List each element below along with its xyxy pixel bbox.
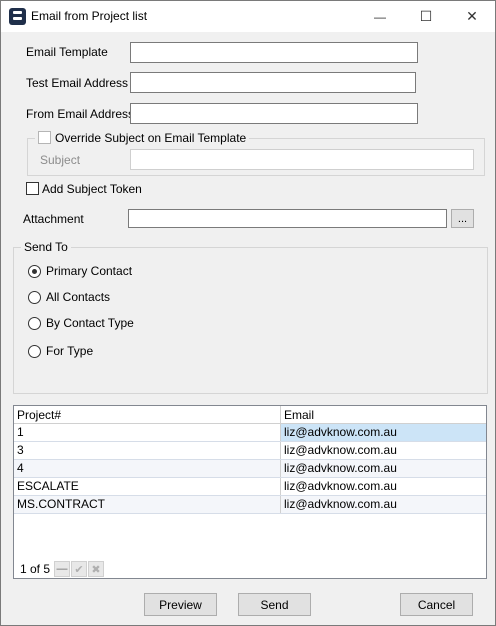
- subject-field: [130, 149, 474, 170]
- primary-contact-radio[interactable]: [28, 265, 41, 278]
- minimize-icon: —: [374, 9, 386, 24]
- send-to-legend: Send To: [21, 240, 71, 254]
- project-email-grid[interactable]: Project# Email 1 liz@advknow.com.au 3 li…: [13, 405, 487, 579]
- project-cell[interactable]: 1: [14, 424, 280, 441]
- send-button[interactable]: Send: [238, 593, 311, 616]
- preview-button[interactable]: Preview: [144, 593, 217, 616]
- delete-record-button[interactable]: —: [54, 561, 70, 577]
- maximize-button[interactable]: ☐: [403, 1, 449, 32]
- window-title: Email from Project list: [31, 9, 148, 23]
- grid-navigator: 1 of 5 — ✔ ✖: [14, 560, 486, 578]
- minimize-button[interactable]: —: [357, 1, 403, 32]
- from-email-label: From Email Address: [26, 107, 135, 121]
- test-email-label: Test Email Address: [26, 76, 129, 90]
- check-icon: ✔: [74, 563, 84, 576]
- override-subject-checkbox[interactable]: [38, 131, 51, 144]
- email-dialog-window: Email from Project list — ☐ ✕ Email Temp…: [0, 0, 496, 626]
- for-type-label[interactable]: For Type: [46, 344, 93, 358]
- primary-contact-label[interactable]: Primary Contact: [46, 264, 132, 278]
- email-cell[interactable]: liz@advknow.com.au: [280, 478, 486, 495]
- override-subject-label: Override Subject on Email Template: [55, 131, 247, 145]
- minus-icon: —: [56, 563, 68, 575]
- app-logo-icon: [9, 8, 26, 25]
- attachment-field[interactable]: [128, 209, 447, 228]
- table-row[interactable]: 4 liz@advknow.com.au: [14, 460, 486, 478]
- email-template-field[interactable]: [130, 42, 418, 63]
- project-cell[interactable]: ESCALATE: [14, 478, 280, 495]
- column-header-project[interactable]: Project#: [14, 406, 280, 424]
- browse-attachment-button[interactable]: ...: [451, 209, 474, 228]
- table-row[interactable]: MS.CONTRACT liz@advknow.com.au: [14, 496, 486, 514]
- table-row[interactable]: ESCALATE liz@advknow.com.au: [14, 478, 486, 496]
- by-contact-type-radio[interactable]: [28, 317, 41, 330]
- add-subject-token-label[interactable]: Add Subject Token: [42, 182, 142, 196]
- close-icon: ✕: [466, 8, 478, 24]
- attachment-label: Attachment: [23, 212, 84, 226]
- project-cell[interactable]: 4: [14, 460, 280, 477]
- table-row[interactable]: 3 liz@advknow.com.au: [14, 442, 486, 460]
- subject-label: Subject: [40, 153, 81, 167]
- pager-text: 1 of 5: [20, 562, 51, 576]
- project-cell[interactable]: 3: [14, 442, 280, 459]
- for-type-radio[interactable]: [28, 345, 41, 358]
- all-contacts-label[interactable]: All Contacts: [46, 290, 110, 304]
- override-subject-legend[interactable]: Override Subject on Email Template: [35, 131, 250, 145]
- email-cell[interactable]: liz@advknow.com.au: [280, 442, 486, 459]
- maximize-icon: ☐: [419, 8, 433, 24]
- test-email-field[interactable]: [130, 72, 416, 93]
- project-cell[interactable]: MS.CONTRACT: [14, 496, 280, 513]
- table-row[interactable]: 1 liz@advknow.com.au: [14, 424, 486, 442]
- email-cell[interactable]: liz@advknow.com.au: [280, 496, 486, 513]
- all-contacts-radio[interactable]: [28, 291, 41, 304]
- grid-header: Project# Email: [14, 406, 486, 424]
- from-email-field[interactable]: [130, 103, 418, 124]
- close-button[interactable]: ✕: [449, 1, 495, 32]
- cancel-record-button[interactable]: ✖: [88, 561, 104, 577]
- by-contact-type-label[interactable]: By Contact Type: [46, 316, 134, 330]
- email-cell[interactable]: liz@advknow.com.au: [280, 460, 486, 477]
- close-icon: ✖: [91, 563, 101, 576]
- confirm-record-button[interactable]: ✔: [71, 561, 87, 577]
- add-subject-token-checkbox[interactable]: [26, 182, 39, 195]
- column-header-email[interactable]: Email: [280, 406, 486, 424]
- email-template-label: Email Template: [26, 45, 108, 59]
- email-cell[interactable]: liz@advknow.com.au: [280, 424, 486, 441]
- cancel-button[interactable]: Cancel: [400, 593, 473, 616]
- title-bar[interactable]: Email from Project list — ☐ ✕: [1, 1, 495, 32]
